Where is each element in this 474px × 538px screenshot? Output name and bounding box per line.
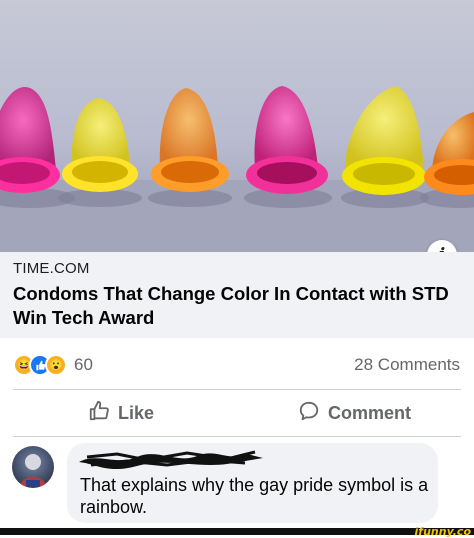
post-actions: Like Comment <box>0 396 474 430</box>
divider <box>13 389 461 390</box>
watermark: ifunny.co <box>414 525 471 538</box>
thumbs-up-icon <box>88 400 110 427</box>
redacted-author-name[interactable] <box>77 448 267 475</box>
wow-icon: 😮 <box>45 354 67 376</box>
link-preview-image[interactable]: i <box>0 0 474 252</box>
link-domain: TIME.COM <box>13 260 90 277</box>
reaction-icons[interactable]: 😆 😮 <box>13 354 79 376</box>
link-title: Condoms That Change Color In Contact wit… <box>13 283 449 328</box>
link-preview-meta[interactable]: TIME.COM Condoms That Change Color In Co… <box>0 252 474 338</box>
reaction-count[interactable]: 60 <box>74 355 93 375</box>
divider <box>13 436 461 437</box>
commenter-avatar[interactable] <box>12 446 54 488</box>
bottom-bar <box>0 528 474 535</box>
comment-label: Comment <box>328 402 412 423</box>
like-button[interactable]: Like <box>88 396 154 430</box>
comment-button[interactable]: Comment <box>298 396 411 430</box>
like-label: Like <box>118 402 155 423</box>
comment-bubble[interactable]: That explains why the gay pride symbol i… <box>67 443 438 523</box>
comment-text: That explains why the gay pride symbol i… <box>80 475 429 517</box>
speech-bubble-icon <box>298 400 320 427</box>
comments-count[interactable]: 28 Comments <box>354 355 460 375</box>
reactions-summary[interactable]: 😆 😮 60 28 Comments <box>0 352 474 378</box>
